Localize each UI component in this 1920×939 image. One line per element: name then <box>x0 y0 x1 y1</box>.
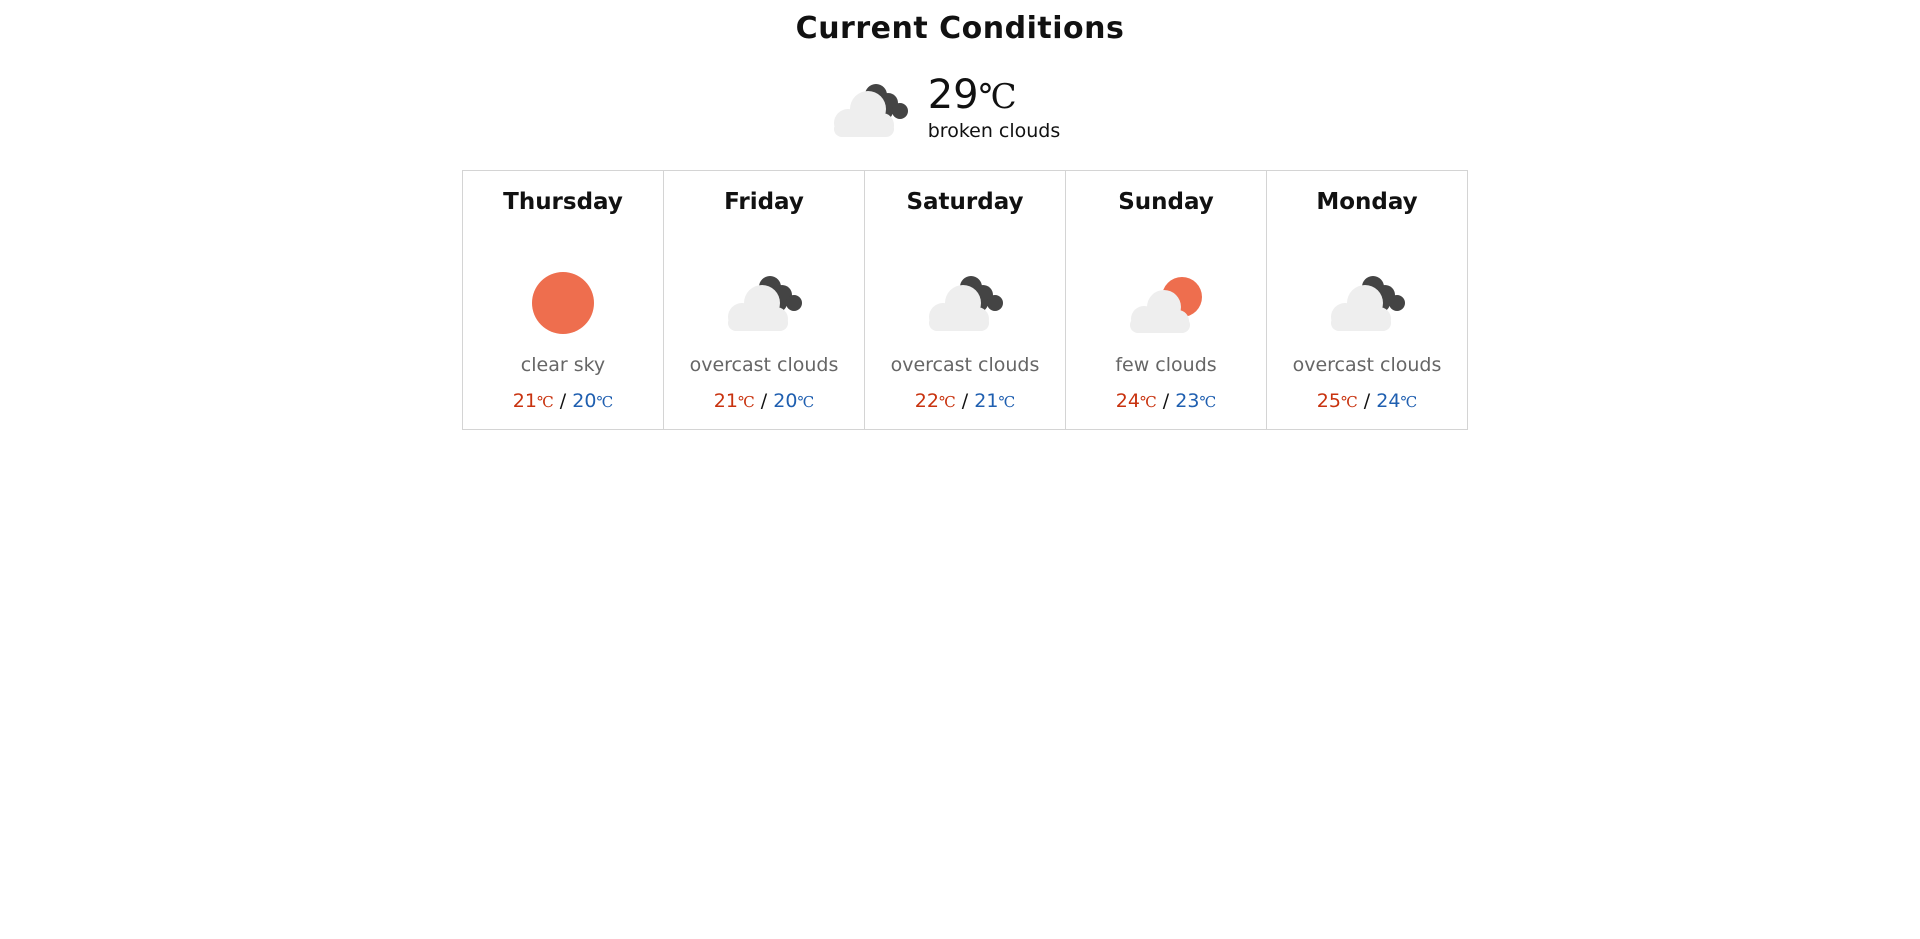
day-temperatures: 21℃ / 20℃ <box>664 389 864 413</box>
high-temp: 21℃ <box>512 390 554 412</box>
day-name: Thursday <box>503 189 623 215</box>
forecast-day: Sunday few clouds 24℃ / 23℃ <box>1066 171 1267 429</box>
day-condition: few clouds <box>1115 354 1217 376</box>
overcast-clouds-icon <box>718 267 810 343</box>
low-temp: 20℃ <box>773 390 815 412</box>
weather-page: Current Conditions 29℃ broken clouds Thu… <box>0 0 1920 430</box>
current-description: broken clouds <box>927 120 1061 142</box>
day-temperatures: 25℃ / 24℃ <box>1267 389 1467 413</box>
day-temperatures: 22℃ / 21℃ <box>865 389 1065 413</box>
day-name: Sunday <box>1118 189 1214 215</box>
temp-separator: / <box>760 390 768 412</box>
current-conditions: 29℃ broken clouds <box>0 70 1920 146</box>
day-name: Friday <box>724 189 804 215</box>
few-clouds-icon <box>1120 267 1212 343</box>
temp-separator: / <box>961 390 969 412</box>
current-temp-value: 29 <box>927 72 979 118</box>
forecast-table: Thursday clear sky 21℃ / 20℃ Friday over… <box>462 170 1468 430</box>
forecast-day: Thursday clear sky 21℃ / 20℃ <box>463 171 664 429</box>
temp-separator: / <box>1363 390 1371 412</box>
overcast-clouds-icon <box>919 267 1011 343</box>
day-temperatures: 24℃ / 23℃ <box>1066 389 1266 413</box>
day-name: Saturday <box>906 189 1024 215</box>
temp-separator: / <box>1162 390 1170 412</box>
overcast-clouds-icon <box>1321 267 1413 343</box>
clear-sky-icon <box>517 267 609 343</box>
current-temp-unit: ℃ <box>978 77 1017 117</box>
high-temp: 25℃ <box>1316 390 1358 412</box>
forecast-day: Friday overcast clouds 21℃ / 20℃ <box>664 171 865 429</box>
current-temperature: 29℃ <box>928 74 1061 118</box>
low-temp: 20℃ <box>572 390 614 412</box>
day-name: Monday <box>1316 189 1418 215</box>
day-condition: overcast clouds <box>890 354 1040 376</box>
page-title: Current Conditions <box>795 11 1125 46</box>
low-temp: 24℃ <box>1376 390 1418 412</box>
day-temperatures: 21℃ / 20℃ <box>463 389 663 413</box>
high-temp: 22℃ <box>914 390 956 412</box>
temp-separator: / <box>559 390 567 412</box>
low-temp: 21℃ <box>974 390 1016 412</box>
day-condition: overcast clouds <box>689 354 839 376</box>
day-condition: overcast clouds <box>1292 354 1442 376</box>
broken-clouds-icon <box>824 73 916 143</box>
day-condition: clear sky <box>520 354 606 376</box>
forecast-day: Monday overcast clouds 25℃ / 24℃ <box>1267 171 1467 429</box>
forecast-day: Saturday overcast clouds 22℃ / 21℃ <box>865 171 1066 429</box>
high-temp: 21℃ <box>713 390 755 412</box>
high-temp: 24℃ <box>1115 390 1157 412</box>
low-temp: 23℃ <box>1175 390 1217 412</box>
current-readout: 29℃ broken clouds <box>928 74 1061 142</box>
